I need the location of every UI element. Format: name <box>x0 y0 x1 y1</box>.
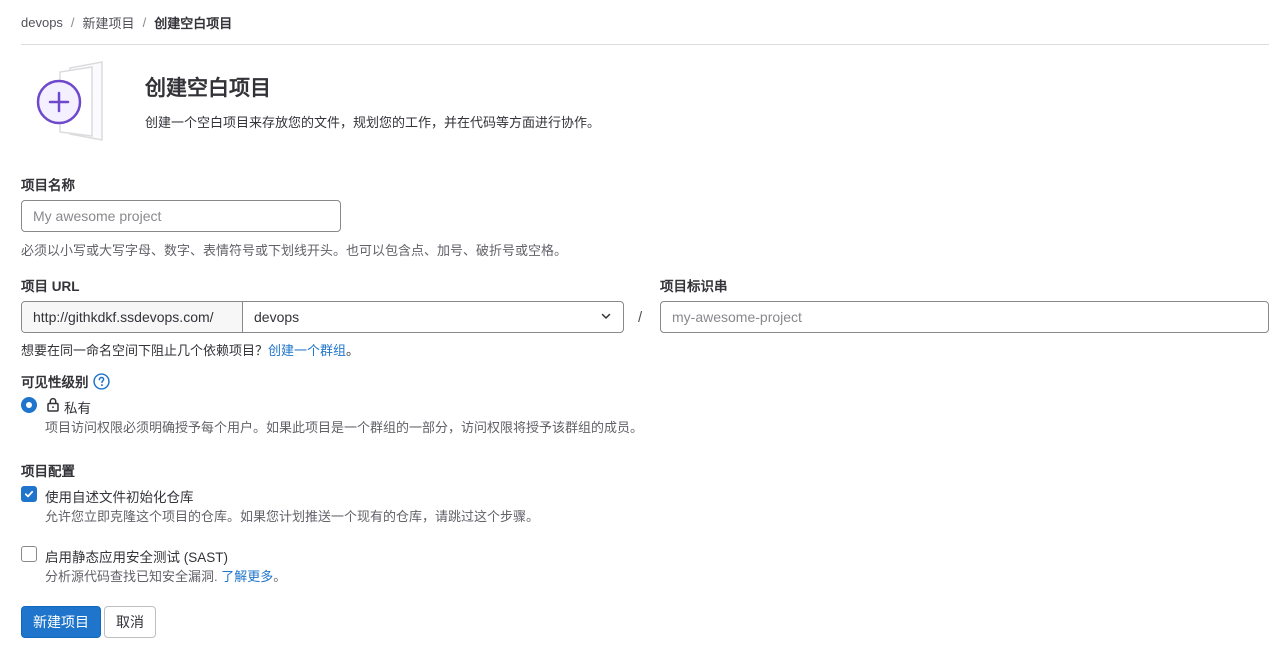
create-project-button[interactable]: 新建项目 <box>21 606 101 638</box>
group-help-text: 想要在同一命名空间下阻止几个依赖项目？ <box>21 343 269 358</box>
group-help: 想要在同一命名空间下阻止几个依赖项目？创建一个群组。 <box>21 340 359 359</box>
blank-project-illustration <box>30 60 120 145</box>
url-slug-separator: / <box>638 309 643 326</box>
project-slug-placeholder: my-awesome-project <box>672 309 802 325</box>
project-name-label: 项目名称 <box>21 178 75 193</box>
breadcrumb-current[interactable]: 创建空白项目 <box>154 13 232 32</box>
project-slug-label: 项目标识串 <box>660 279 728 294</box>
namespace-value: devops <box>254 309 300 325</box>
breadcrumb: devops / 新建项目 / 创建空白项目 <box>21 13 232 32</box>
sast-help: 分析源代码查找已知安全漏洞. 了解更多。 <box>45 566 286 585</box>
chevron-down-icon <box>600 309 612 325</box>
project-url-group: http://githkdkf.ssdevops.com/ devops <box>21 301 624 333</box>
breadcrumb-separator: / <box>142 15 147 30</box>
learn-more-link[interactable]: 了解更多 <box>221 569 273 584</box>
readme-checkbox[interactable] <box>21 486 37 502</box>
project-name-placeholder: My awesome project <box>33 208 162 224</box>
sast-checkbox[interactable] <box>21 546 37 562</box>
sast-help-suffix: 。 <box>273 569 287 584</box>
visibility-private-label: 私有 <box>64 401 91 416</box>
namespace-select[interactable]: devops <box>243 302 623 332</box>
visibility-private-radio[interactable] <box>21 397 37 413</box>
sast-help-text: 分析源代码查找已知安全漏洞. <box>45 569 218 584</box>
breadcrumb-item-new-project[interactable]: 新建项目 <box>83 13 135 32</box>
header-divider <box>21 44 1269 45</box>
check-icon <box>24 490 34 498</box>
visibility-label: 可见性级别 <box>21 371 110 391</box>
sast-label[interactable]: 启用静态应用安全测试 (SAST) <box>45 546 228 566</box>
page-title: 创建空白项目 <box>145 77 271 100</box>
group-help-suffix: 。 <box>346 343 360 358</box>
project-name-help: 必须以小写或大写字母、数字、表情符号或下划线开头。也可以包含点、加号、破折号或空… <box>21 243 568 258</box>
visibility-private-help: 项目访问权限必须明确授予每个用户。如果此项目是一个群组的一部分，访问权限将授予该… <box>45 420 644 435</box>
readme-help: 允许您立即克隆这个项目的仓库。如果您计划推送一个现有的仓库，请跳过这个步骤。 <box>45 509 540 524</box>
breadcrumb-item-devops[interactable]: devops <box>21 15 63 30</box>
question-circle-icon[interactable] <box>92 372 110 390</box>
lock-icon <box>46 397 60 415</box>
project-slug-input[interactable]: my-awesome-project <box>660 301 1269 333</box>
create-group-link[interactable]: 创建一个群组 <box>268 343 346 358</box>
page-description: 创建一个空白项目来存放您的文件，规划您的工作，并在代码等方面进行协作。 <box>145 115 601 130</box>
project-name-input[interactable]: My awesome project <box>21 200 341 232</box>
project-url-label: 项目 URL <box>21 279 80 294</box>
url-prefix: http://githkdkf.ssdevops.com/ <box>22 302 243 332</box>
breadcrumb-separator: / <box>70 15 75 30</box>
visibility-label-text: 可见性级别 <box>21 375 89 390</box>
cancel-button[interactable]: 取消 <box>104 606 156 638</box>
readme-label[interactable]: 使用自述文件初始化仓库 <box>45 486 194 506</box>
project-config-label: 项目配置 <box>21 464 75 479</box>
